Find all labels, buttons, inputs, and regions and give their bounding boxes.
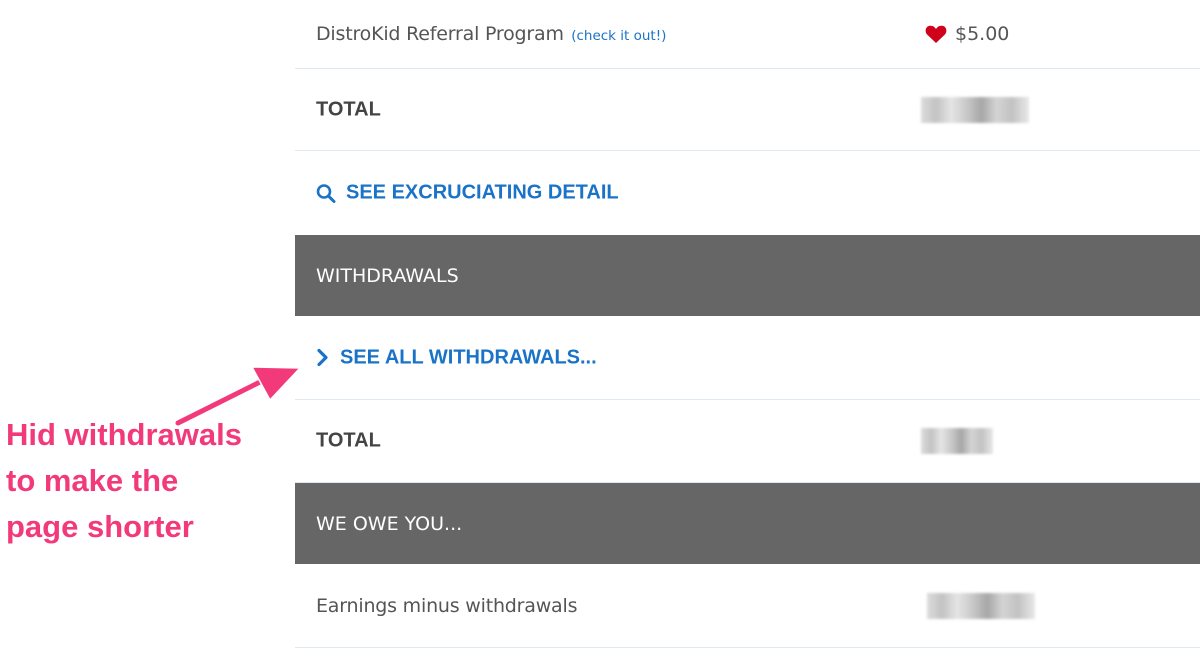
redacted-amount [921, 428, 993, 454]
earnings-total-label: TOTAL [316, 98, 381, 120]
annotation-line: page shorter [6, 509, 194, 544]
redacted-amount [921, 96, 1029, 123]
redacted-amount [927, 592, 1035, 619]
referral-amount: $5.00 [955, 23, 1010, 45]
annotation-text: Hid withdrawals to make the page shorter [6, 412, 242, 550]
earnings-minus-withdrawals-value [927, 592, 1035, 619]
see-all-withdrawals-label: SEE ALL WITHDRAWALS... [340, 346, 597, 368]
earnings-total-row: TOTAL [295, 69, 1200, 151]
withdrawals-total-row: TOTAL [295, 400, 1200, 483]
we-owe-you-title: WE OWE YOU... [316, 512, 463, 535]
screenshot-stage: DistroKid Referral Program (check it out… [0, 0, 1200, 659]
see-excruciating-detail-label: SEE EXCRUCIATING DETAIL [346, 181, 619, 204]
see-excruciating-detail-link[interactable]: SEE EXCRUCIATING DETAIL [316, 182, 619, 205]
we-owe-you-header: WE OWE YOU... [295, 483, 1200, 564]
withdrawals-total-label: TOTAL [316, 429, 381, 452]
withdrawals-title: WITHDRAWALS [316, 264, 459, 287]
annotation-line: Hid withdrawals [6, 417, 242, 452]
chevron-right-icon [317, 348, 328, 367]
detail-row: SEE EXCRUCIATING DETAIL [295, 151, 1200, 235]
heart-icon [925, 25, 947, 43]
withdrawals-total-value [921, 428, 993, 454]
referral-label: DistroKid Referral Program [316, 23, 564, 45]
search-icon [316, 183, 336, 203]
earnings-minus-withdrawals-row: Earnings minus withdrawals [295, 564, 1200, 648]
earnings-panel: DistroKid Referral Program (check it out… [295, 0, 1200, 659]
withdrawals-header: WITHDRAWALS [295, 235, 1200, 316]
referral-label-wrap: DistroKid Referral Program (check it out… [316, 23, 666, 45]
earnings-minus-withdrawals-label: Earnings minus withdrawals [316, 594, 578, 617]
referral-row: DistroKid Referral Program (check it out… [295, 0, 1200, 69]
annotation-line: to make the [6, 463, 179, 498]
check-it-out-link[interactable]: (check it out!) [571, 28, 666, 44]
referral-value: $5.00 [925, 23, 1009, 45]
see-all-withdrawals-link[interactable]: SEE ALL WITHDRAWALS... [316, 346, 597, 369]
see-all-withdrawals-row: SEE ALL WITHDRAWALS... [295, 316, 1200, 400]
earnings-total-value [921, 96, 1029, 123]
